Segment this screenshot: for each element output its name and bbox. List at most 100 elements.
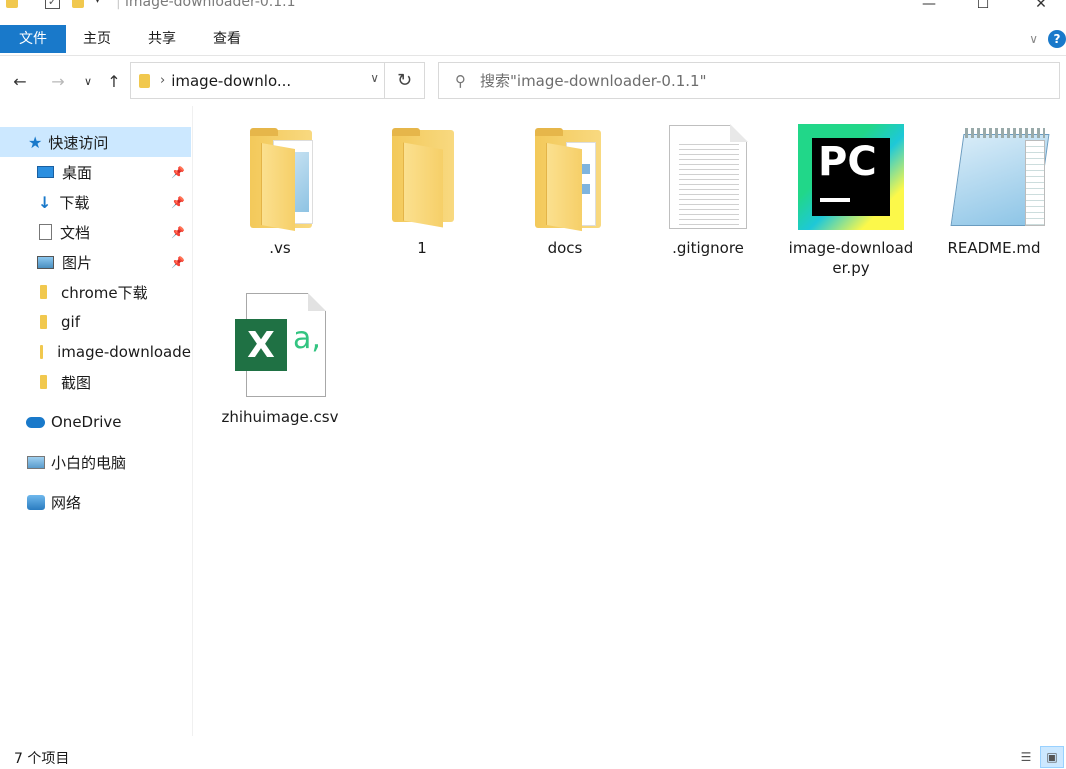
file-name: docs — [547, 239, 583, 257]
minimize-button[interactable]: — — [906, 0, 952, 16]
search-placeholder: 搜索"image-downloader-0.1.1" — [480, 72, 707, 90]
help-icon[interactable]: ? — [1048, 30, 1066, 48]
pictures-icon — [37, 255, 54, 269]
refresh-button[interactable]: ↻ — [384, 63, 424, 98]
file-item[interactable]: 1 — [357, 124, 487, 258]
tab-home[interactable]: 主页 — [66, 25, 128, 53]
title-bar: ✓ ▾ | image-downloader-0.1.1 — ☐ ✕ — [0, 0, 1066, 22]
folder-icon — [40, 315, 47, 329]
nav-label: 截图 — [61, 373, 92, 392]
breadcrumb[interactable]: image-downlo... — [171, 72, 291, 90]
nav-label: 快速访问 — [48, 133, 109, 152]
file-list: .vs 1 docs .gitignore PC image-downloade… — [194, 106, 1066, 736]
desktop-icon — [37, 166, 54, 178]
tab-view[interactable]: 查看 — [196, 25, 258, 53]
file-name: .vs — [269, 239, 291, 257]
csv-glyph: a, — [293, 321, 321, 356]
window-title: image-downloader-0.1.1 — [125, 0, 296, 10]
folder-icon — [379, 124, 465, 230]
document-icon — [39, 224, 52, 240]
excel-letter: X — [247, 324, 275, 366]
address-bar[interactable]: › image-downlo... ∨ ↻ — [130, 62, 425, 99]
chevron-right-icon[interactable]: › — [160, 73, 165, 88]
folder-icon — [6, 0, 18, 8]
status-bar: 7 个项目 ☰ ▣ — [0, 745, 1066, 769]
pycharm-logo-text: PC — [818, 139, 877, 185]
text-file-icon — [668, 124, 748, 230]
nav-onedrive[interactable]: OneDrive — [0, 407, 191, 437]
maximize-button[interactable]: ☐ — [960, 0, 1006, 16]
folder-icon — [40, 285, 47, 299]
file-item[interactable]: .vs — [215, 124, 345, 258]
address-row: ← → ∨ ↑ › image-downlo... ∨ ↻ ⚲ 搜索"image… — [0, 56, 1066, 106]
nav-label: OneDrive — [51, 413, 122, 431]
item-count: 7 个项目 — [14, 751, 70, 767]
file-name: 1 — [417, 239, 427, 257]
up-button[interactable]: ↑ — [102, 69, 126, 93]
new-folder-icon[interactable] — [72, 0, 84, 8]
nav-label: 小白的电脑 — [51, 453, 127, 472]
nav-item-screenshots[interactable]: 截图 — [0, 367, 191, 397]
nav-label: 图片 — [62, 253, 93, 272]
properties-icon[interactable]: ✓ — [45, 0, 60, 9]
file-name: zhihuimage.csv — [221, 408, 339, 426]
computer-icon — [27, 455, 45, 469]
pin-icon: 📌 — [171, 195, 185, 209]
pin-icon: 📌 — [171, 225, 185, 239]
search-icon: ⚲ — [455, 71, 466, 90]
download-icon: ↓ — [38, 192, 52, 212]
excel-csv-icon: X a, — [232, 293, 328, 399]
nav-network[interactable]: 网络 — [0, 487, 191, 517]
file-item[interactable]: PC image-downloader.py — [786, 124, 916, 278]
ribbon: 文件 主页 共享 查看 ∨ ? — [0, 22, 1066, 56]
search-input[interactable]: ⚲ 搜索"image-downloader-0.1.1" — [438, 62, 1060, 99]
nav-item-documents[interactable]: 文档 📌 — [0, 217, 191, 247]
chevron-down-icon[interactable]: ∨ — [370, 71, 379, 85]
folder-icon — [139, 73, 150, 88]
forward-button[interactable]: → — [46, 69, 70, 93]
close-button[interactable]: ✕ — [1018, 0, 1064, 16]
file-name: README.md — [947, 239, 1041, 257]
nav-label: image-downloade — [57, 343, 191, 361]
nav-label: 桌面 — [62, 163, 93, 182]
nav-item-chrome-downloads[interactable]: chrome下载 — [0, 277, 191, 307]
nav-label: 下载 — [59, 193, 90, 212]
folder-icon — [237, 124, 323, 231]
file-name: image-downloader.py — [788, 239, 914, 277]
nav-item-desktop[interactable]: 桌面 📌 — [0, 157, 191, 187]
folder-icon — [522, 124, 608, 232]
nav-quick-access[interactable]: ★ 快速访问 — [0, 127, 191, 157]
file-item[interactable]: .gitignore — [643, 124, 773, 258]
folder-icon — [40, 345, 44, 359]
details-view-button[interactable]: ☰ — [1014, 746, 1038, 768]
file-item[interactable]: docs — [500, 124, 630, 258]
large-icons-view-button[interactable]: ▣ — [1040, 746, 1064, 768]
pin-icon: 📌 — [171, 255, 185, 269]
tab-file[interactable]: 文件 — [0, 25, 66, 53]
nav-item-pictures[interactable]: 图片 📌 — [0, 247, 191, 277]
pin-icon: 📌 — [171, 165, 185, 179]
nav-label: gif — [61, 313, 80, 331]
file-item[interactable]: README.md — [929, 124, 1059, 258]
navigation-pane: ★ 快速访问 桌面 📌 ↓ 下载 📌 文档 📌 图片 📌 chrome下载 gi… — [0, 106, 193, 736]
recent-locations-button[interactable]: ∨ — [76, 69, 100, 93]
pycharm-icon: PC — [798, 124, 904, 230]
file-name: .gitignore — [672, 239, 744, 257]
customize-dropdown-icon[interactable]: ▾ — [95, 0, 100, 6]
file-item[interactable]: X a, zhihuimage.csv — [215, 293, 345, 427]
star-icon: ★ — [28, 132, 43, 152]
expand-ribbon-icon[interactable]: ∨ — [1029, 32, 1038, 46]
notepad-icon — [939, 124, 1050, 230]
nav-item-downloads[interactable]: ↓ 下载 📌 — [0, 187, 191, 217]
nav-label: 网络 — [51, 493, 82, 512]
separator: | — [116, 0, 121, 10]
nav-item-image-downloader[interactable]: image-downloade — [0, 337, 191, 367]
tab-share[interactable]: 共享 — [131, 25, 193, 53]
nav-this-pc[interactable]: 小白的电脑 — [0, 447, 191, 477]
network-icon — [27, 494, 45, 510]
nav-label: 文档 — [60, 223, 91, 242]
quick-access-toolbar — [6, 0, 18, 8]
nav-item-gif[interactable]: gif — [0, 307, 191, 337]
back-button[interactable]: ← — [8, 69, 32, 93]
cloud-icon — [26, 416, 45, 428]
